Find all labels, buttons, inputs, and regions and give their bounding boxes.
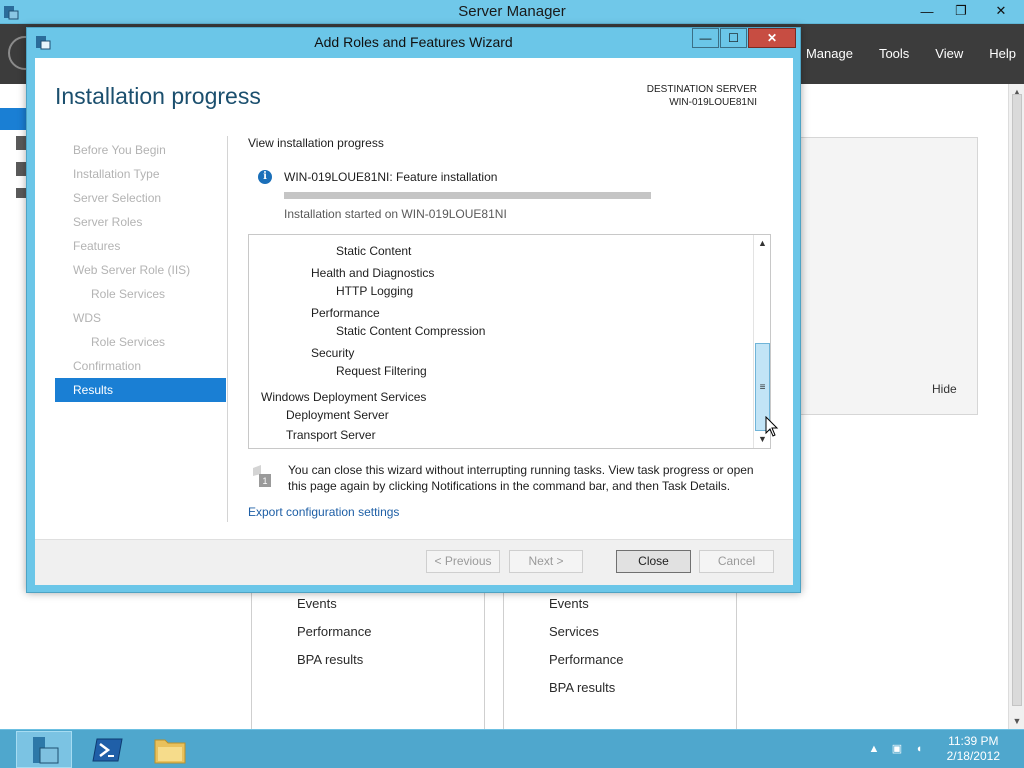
svg-text:1: 1 <box>262 476 267 486</box>
info-icon: i <box>258 170 272 184</box>
steps-divider <box>227 136 228 522</box>
result-item: Health and Diagnostics <box>311 266 435 280</box>
wizard-minimize-button[interactable]: — <box>692 28 719 48</box>
server-manager-scrollbar[interactable]: ▲ ▼ <box>1008 84 1024 729</box>
panel-left-bpa-results[interactable]: BPA results <box>297 652 363 667</box>
show-hidden-icons-icon[interactable]: ▲ <box>867 742 881 756</box>
panel-right-events[interactable]: Events <box>549 596 589 611</box>
step-results[interactable]: Results <box>55 378 226 402</box>
result-item: Deployment Server <box>286 408 389 422</box>
installation-progress-bar <box>284 192 651 199</box>
step-server-roles[interactable]: Server Roles <box>55 210 226 234</box>
result-item: Static Content <box>336 244 412 258</box>
step-confirmation[interactable]: Confirmation <box>55 354 226 378</box>
step-features[interactable]: Features <box>55 234 226 258</box>
result-item: Windows Deployment Services <box>261 390 427 404</box>
menu-manage[interactable]: Manage <box>806 46 853 61</box>
mouse-cursor-icon <box>765 416 779 437</box>
volume-muted-icon[interactable]: ◖ <box>912 742 926 756</box>
result-item: Transport Server <box>286 428 376 442</box>
restore-button[interactable]: ❐ <box>944 0 978 22</box>
page-title: Installation progress <box>55 83 261 109</box>
clock-time: 11:39 PM <box>948 734 999 748</box>
menu-view[interactable]: View <box>935 46 963 61</box>
results-scroll-up-icon[interactable]: ▲ <box>755 236 770 251</box>
role-panel-left: Events Performance BPA results <box>251 590 485 730</box>
server-manager-window-buttons: — ❐ ✕ <box>910 0 1024 22</box>
taskbar-file-explorer-button[interactable] <box>142 731 198 768</box>
all-servers-nav-icon[interactable] <box>16 162 26 176</box>
wizard-window-buttons: — ☐ ✕ <box>691 28 796 48</box>
step-wds[interactable]: WDS <box>55 306 226 330</box>
destination-label: DESTINATION SERVER <box>646 84 757 95</box>
local-server-nav-icon[interactable] <box>16 136 26 150</box>
previous-button[interactable]: < Previous <box>426 550 500 573</box>
step-web-server-role[interactable]: Web Server Role (IIS) <box>55 258 226 282</box>
result-item: Request Filtering <box>336 364 427 378</box>
view-progress-label: View installation progress <box>248 136 384 150</box>
hide-welcome-link[interactable]: Hide <box>932 382 957 396</box>
menu-tools[interactable]: Tools <box>879 46 909 61</box>
menu-help[interactable]: Help <box>989 46 1016 61</box>
server-manager-titlebar: Server Manager — ❐ ✕ <box>0 0 1024 24</box>
notification-flag-icon: 1 <box>253 465 271 487</box>
feature-installation-title: WIN-019LOUE81NI: Feature installation <box>284 170 498 184</box>
next-button[interactable]: Next > <box>509 550 583 573</box>
wizard-body: Installation progress DESTINATION SERVER… <box>35 58 793 585</box>
close-wizard-note: You can close this wizard without interr… <box>288 463 754 493</box>
role-panel-right: Events Services Performance BPA results <box>503 590 737 730</box>
panel-right-bpa-results[interactable]: BPA results <box>549 680 615 695</box>
file-services-nav-icon[interactable] <box>16 188 26 198</box>
panel-right-services[interactable]: Services <box>549 624 599 639</box>
result-item: Static Content Compression <box>336 324 486 338</box>
powershell-icon <box>92 738 123 761</box>
step-server-selection[interactable]: Server Selection <box>55 186 226 210</box>
wizard-close-button[interactable]: ✕ <box>748 28 796 48</box>
taskbar-powershell-button[interactable] <box>80 731 136 768</box>
panel-left-events[interactable]: Events <box>297 596 337 611</box>
destination-server-name: WIN-019LOUE81NI <box>669 97 757 108</box>
minimize-button[interactable]: — <box>910 0 944 22</box>
result-item: Performance <box>311 306 380 320</box>
welcome-tile: Hide <box>800 137 978 415</box>
folder-icon <box>154 739 186 763</box>
close-wizard-button[interactable]: Close <box>616 550 691 573</box>
wizard-maximize-button[interactable]: ☐ <box>720 28 747 48</box>
step-installation-type[interactable]: Installation Type <box>55 162 226 186</box>
taskbar-clock[interactable]: 11:39 PM 2/18/2012 <box>947 734 1000 764</box>
close-button[interactable]: ✕ <box>978 0 1024 22</box>
panel-left-performance[interactable]: Performance <box>297 624 371 639</box>
installation-started-text: Installation started on WIN-019LOUE81NI <box>284 207 507 221</box>
export-configuration-link[interactable]: Export configuration settings <box>248 505 399 519</box>
destination-server-info: DESTINATION SERVER WIN-019LOUE81NI <box>647 83 757 109</box>
taskbar-server-manager-button[interactable] <box>16 731 72 768</box>
network-icon[interactable]: ▣ <box>890 742 904 756</box>
progress-bar-fill <box>284 192 651 199</box>
installation-results-list[interactable]: Static Content Health and Diagnostics HT… <box>248 234 771 449</box>
server-manager-menu: Manage Tools View Help <box>780 46 1016 61</box>
step-before-you-begin[interactable]: Before You Begin <box>55 138 226 162</box>
result-item: HTTP Logging <box>336 284 414 298</box>
clock-date: 2/18/2012 <box>946 749 1000 763</box>
cancel-button[interactable]: Cancel <box>699 550 774 573</box>
server-manager-taskbar-icon <box>33 736 59 763</box>
wizard-title: Add Roles and Features Wizard <box>314 34 513 50</box>
step-iis-role-services[interactable]: Role Services <box>55 282 226 306</box>
server-manager-title: Server Manager <box>458 3 566 20</box>
scrollbar-thumb[interactable] <box>1012 94 1022 706</box>
scroll-down-arrow-icon[interactable]: ▼ <box>1009 713 1024 729</box>
taskbar: ▲ ▣ ◖ 11:39 PM 2/18/2012 <box>0 729 1024 768</box>
result-item: Security <box>311 346 355 360</box>
add-roles-wizard-dialog: Add Roles and Features Wizard — ☐ ✕ Inst… <box>26 27 801 593</box>
step-wds-role-services[interactable]: Role Services <box>55 330 226 354</box>
panel-right-performance[interactable]: Performance <box>549 652 623 667</box>
wizard-titlebar: Add Roles and Features Wizard — ☐ ✕ <box>27 28 800 56</box>
